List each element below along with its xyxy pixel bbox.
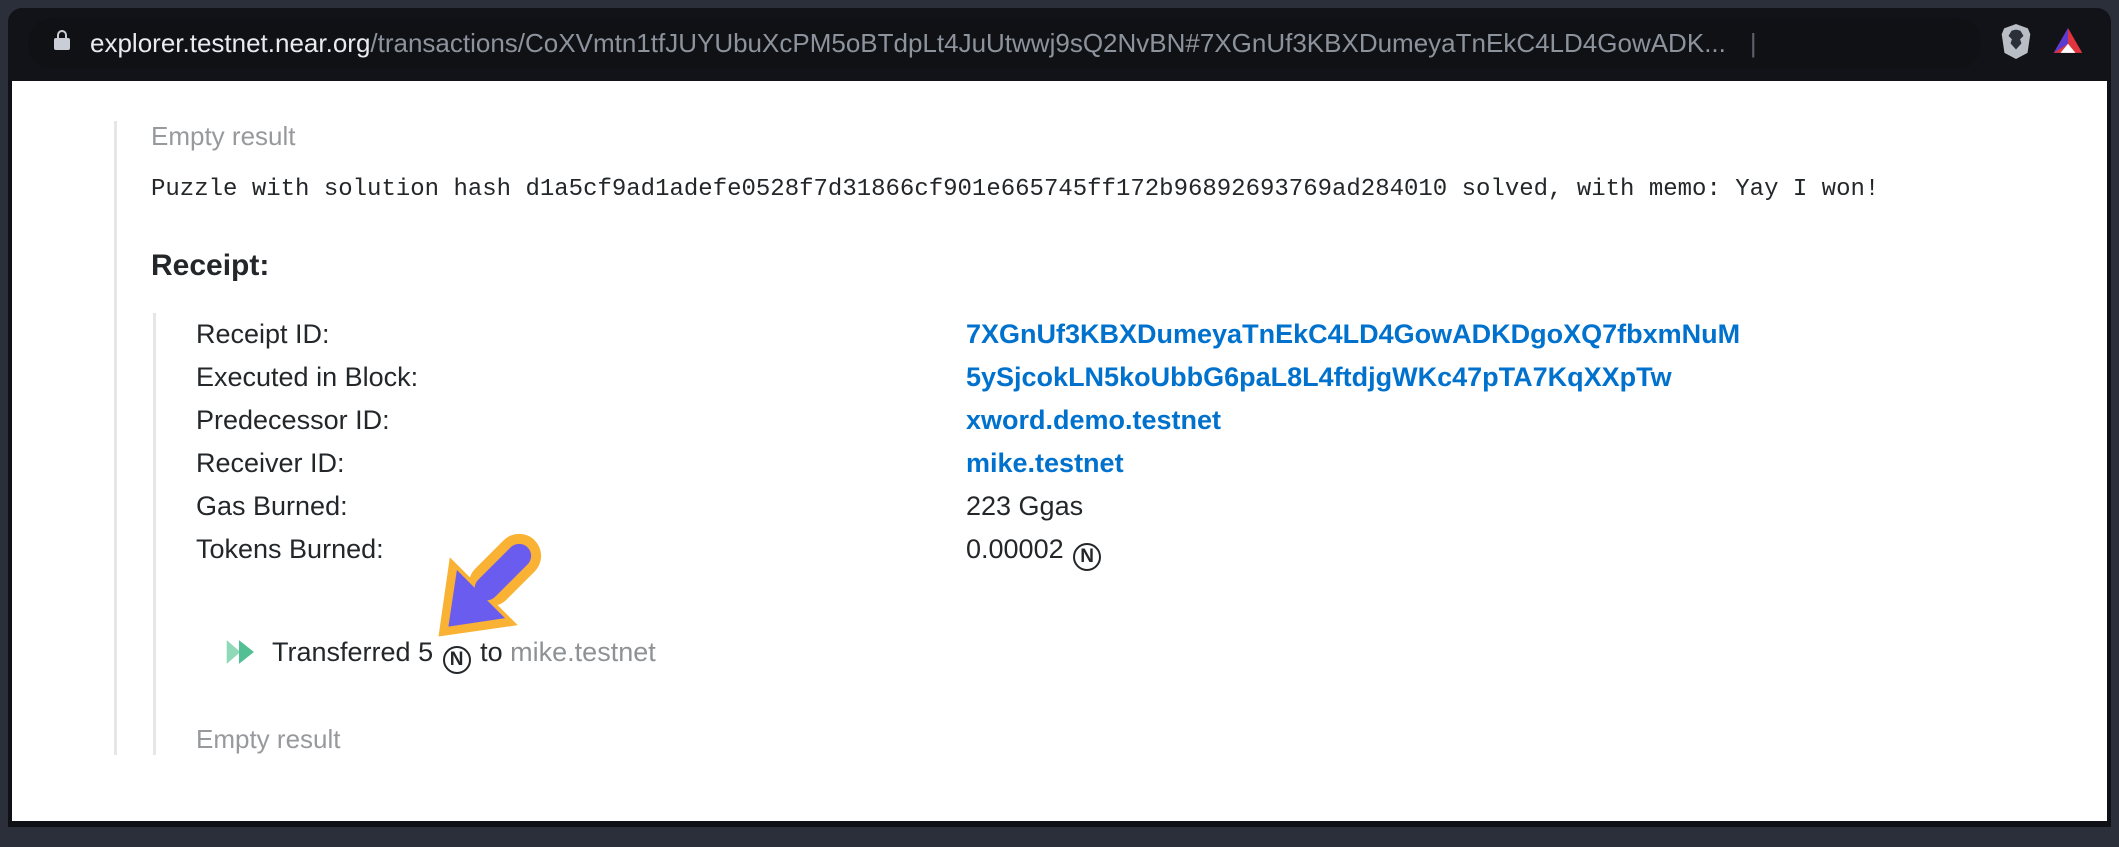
brave-shield-icon[interactable] [1999, 22, 2033, 65]
value-gas: 223 Ggas [966, 491, 2007, 522]
receipt-outer-block: Empty result Puzzle with solution hash d… [114, 121, 2007, 755]
row-predecessor: Predecessor ID: xword.demo.testnet [196, 399, 2007, 442]
row-receiver: Receiver ID: mike.testnet [196, 442, 2007, 485]
address-bar-url: explorer.testnet.near.org/transactions/C… [90, 28, 1726, 59]
label-receiver: Receiver ID: [196, 448, 966, 479]
label-gas: Gas Burned: [196, 491, 966, 522]
browser-actions [1999, 22, 2091, 65]
empty-result-label: Empty result [151, 121, 2007, 152]
log-line: Puzzle with solution hash d1a5cf9ad1adef… [151, 176, 2007, 203]
empty-result-label: Empty result [196, 724, 2007, 755]
link-receipt-id[interactable]: 7XGnUf3KBXDumeyaTnEkC4LD4GowADKDgoXQ7fbx… [966, 319, 1740, 349]
url-path: /transactions/CoXVmtn1tfJUYUbuXcPM5oBTdp… [370, 28, 1704, 58]
url-domain: explorer.testnet.near.org [90, 28, 370, 58]
transfer-amount: 5 [418, 637, 433, 667]
transfer-action: Transferred 5 N to mike.testnet [224, 635, 2007, 676]
address-bar[interactable]: explorer.testnet.near.org/transactions/C… [28, 18, 1981, 69]
lock-icon [50, 28, 74, 59]
label-receipt-id: Receipt ID: [196, 319, 966, 350]
row-receipt-id: Receipt ID: 7XGnUf3KBXDumeyaTnEkC4LD4Gow… [196, 313, 2007, 356]
row-block: Executed in Block: 5ySjcokLN5koUbbG6paL8… [196, 356, 2007, 399]
transfer-account[interactable]: mike.testnet [510, 637, 656, 667]
transfer-prefix: Transferred [272, 637, 411, 667]
label-block: Executed in Block: [196, 362, 966, 393]
link-predecessor[interactable]: xword.demo.testnet [966, 405, 1221, 435]
near-symbol-icon: N [1073, 543, 1101, 571]
near-symbol-icon: N [443, 646, 471, 674]
transfer-to-word: to [480, 637, 503, 667]
value-tokens: 0.00002 N [966, 534, 2007, 571]
receipt-heading: Receipt: [151, 249, 2007, 283]
transfer-icon [224, 635, 258, 676]
browser-chrome: explorer.testnet.near.org/transactions/C… [8, 8, 2111, 81]
url-ellipsis: ... [1704, 28, 1726, 58]
bat-icon[interactable] [2051, 24, 2085, 63]
receipt-details: Receipt ID: 7XGnUf3KBXDumeyaTnEkC4LD4Gow… [153, 313, 2007, 755]
transfer-text: Transferred 5 N to mike.testnet [272, 637, 656, 674]
label-predecessor: Predecessor ID: [196, 405, 966, 436]
page-content: Empty result Puzzle with solution hash d… [12, 81, 2107, 821]
row-tokens: Tokens Burned: 0.00002 N [196, 528, 2007, 577]
url-divider: | [1742, 28, 1765, 59]
page-frame: Empty result Puzzle with solution hash d… [8, 81, 2111, 827]
label-tokens: Tokens Burned: [196, 534, 966, 565]
value-tokens-amount: 0.00002 [966, 534, 1064, 564]
link-block[interactable]: 5ySjcokLN5koUbbG6paL8L4ftdjgWKc47pTA7KqX… [966, 362, 1672, 392]
row-gas: Gas Burned: 223 Ggas [196, 485, 2007, 528]
link-receiver[interactable]: mike.testnet [966, 448, 1124, 478]
